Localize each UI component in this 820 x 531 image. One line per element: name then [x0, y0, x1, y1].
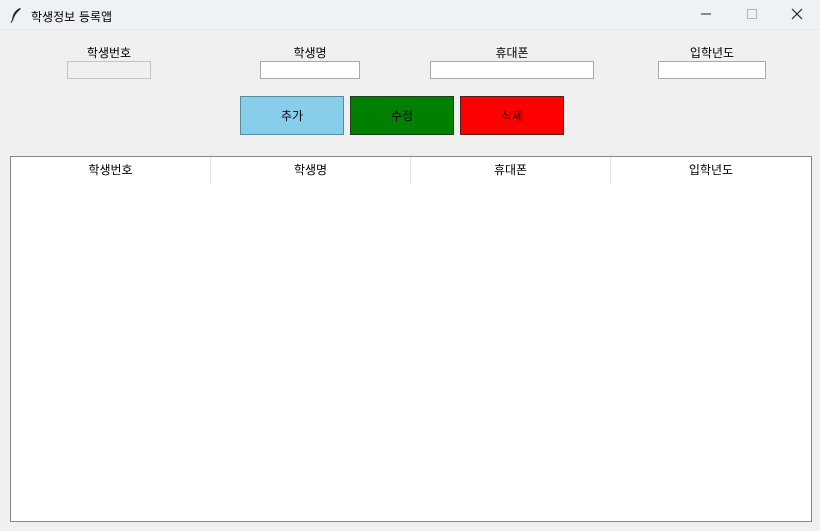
close-button[interactable] — [774, 0, 820, 30]
student-id-label: 학생번호 — [86, 46, 132, 60]
student-id-field[interactable] — [67, 61, 151, 79]
name-field[interactable] — [260, 61, 360, 79]
edit-button[interactable]: 수정 — [350, 96, 454, 135]
maximize-icon — [746, 8, 758, 23]
window-title: 학생정보 등록앱 — [31, 10, 113, 24]
column-header-student-id[interactable]: 학생번호 — [11, 157, 211, 184]
table-body[interactable] — [11, 184, 811, 521]
phone-label: 휴대폰 — [495, 46, 529, 60]
add-button[interactable]: 추가 — [240, 96, 344, 135]
title-bar: 학생정보 등록앱 — [0, 0, 820, 30]
delete-button[interactable]: 삭제 — [460, 96, 564, 135]
year-field[interactable] — [658, 61, 766, 79]
table-header: 학생번호 학생명 휴대폰 입학년도 — [11, 157, 811, 184]
column-header-year[interactable]: 입학년도 — [611, 157, 811, 184]
close-icon — [791, 8, 803, 23]
name-label: 학생명 — [293, 46, 327, 60]
feather-icon — [9, 7, 23, 23]
add-button-label: 추가 — [280, 109, 304, 123]
column-header-phone[interactable]: 휴대폰 — [411, 157, 611, 184]
delete-button-label: 삭제 — [500, 109, 524, 123]
column-header-name[interactable]: 학생명 — [211, 157, 411, 184]
edit-button-label: 수정 — [390, 109, 414, 123]
year-label: 입학년도 — [689, 46, 735, 60]
app-window: 학생정보 등록앱 학생번호 학생명 휴대폰 입학년도 추가 수정 삭제 학생번호… — [0, 0, 820, 531]
minimize-button[interactable] — [683, 0, 729, 30]
phone-field[interactable] — [430, 61, 594, 79]
maximize-button[interactable] — [729, 0, 775, 30]
minimize-icon — [700, 8, 712, 23]
student-table[interactable]: 학생번호 학생명 휴대폰 입학년도 — [10, 156, 812, 522]
